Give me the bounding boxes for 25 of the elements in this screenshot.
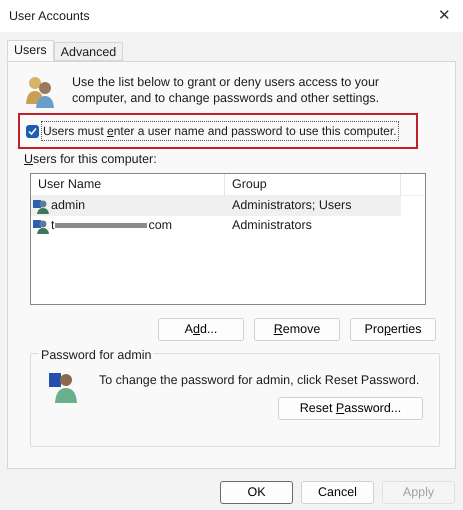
tab[interactable]: Users (7, 40, 54, 61)
remove-button[interactable]: Remove (254, 318, 340, 341)
column-header[interactable]: Group (225, 174, 401, 195)
checkmark-icon (28, 126, 37, 136)
user-row[interactable]: t com Administrators (31, 216, 401, 236)
add-button[interactable]: Add... (158, 318, 244, 341)
ok-button[interactable]: OK (220, 481, 293, 504)
window-title: User Accounts (9, 8, 90, 25)
reset-password-button[interactable]: Reset Password... (278, 396, 423, 420)
reset-hint-text: To change the password for admin, click Reset Password. (99, 372, 420, 389)
user-row[interactable]: admin Administrators; Users (31, 196, 401, 216)
table-cell-text: t com (51, 217, 172, 234)
close-button[interactable]: ✕ (438, 4, 451, 28)
tab[interactable]: Advanced (54, 42, 124, 61)
cancel-button[interactable]: Cancel (301, 481, 374, 504)
users-icon (24, 74, 56, 108)
table-cell-text: Administrators; Users (231, 197, 352, 214)
intro-text: Use the list below to grant or deny users access to your computer, and to change passwords and other settings. (72, 74, 380, 107)
user-icon (33, 218, 49, 234)
user-icon (33, 198, 49, 214)
column-header[interactable]: User Name (31, 174, 225, 195)
users-list-label: Users for this computer: (24, 151, 158, 168)
properties-button[interactable]: Properties (350, 318, 436, 341)
table-cell-text: Administrators (231, 217, 312, 234)
table-cell-text: admin (51, 197, 86, 214)
